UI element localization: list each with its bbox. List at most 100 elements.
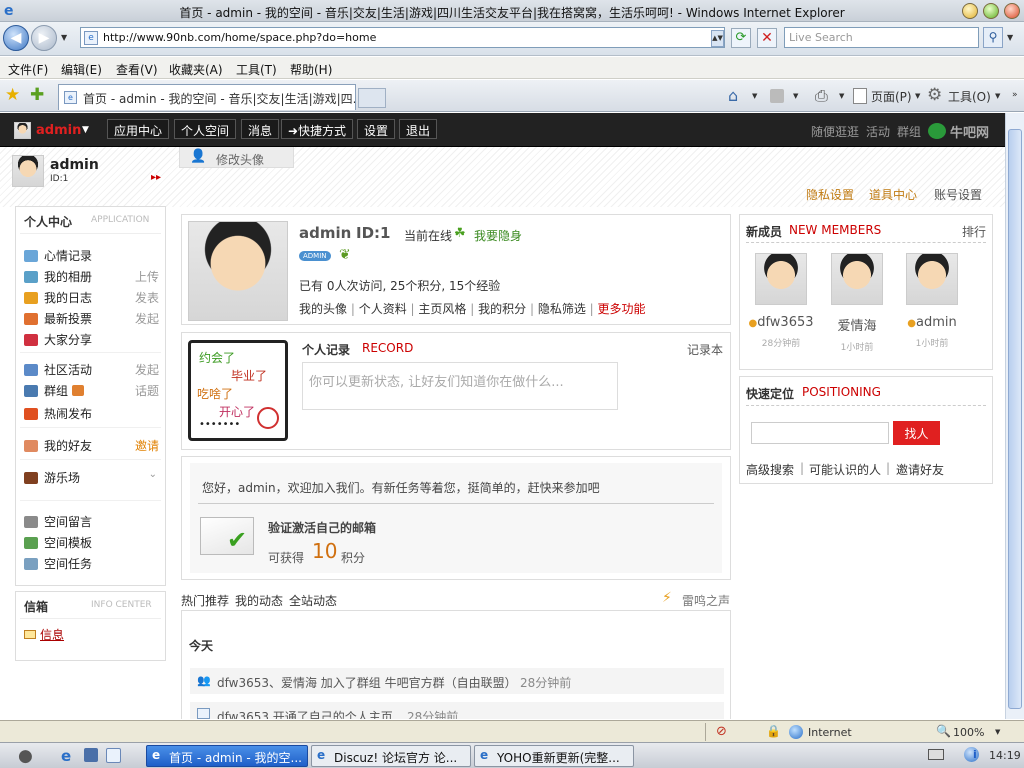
members-rank-link[interactable]: 排行 (962, 223, 986, 240)
tab-my-feed[interactable]: 我的动态 (235, 592, 283, 609)
menu-tools[interactable]: 工具(T) (236, 61, 277, 78)
phishing-filter-icon[interactable]: ⊘ (716, 724, 727, 739)
history-dropdown-icon[interactable]: ▼ (61, 33, 67, 42)
link-activities[interactable]: 活动 (866, 123, 890, 140)
minimize-button[interactable] (962, 3, 978, 19)
menu-file[interactable]: 文件(F) (8, 61, 48, 78)
member-avatar[interactable] (831, 253, 883, 305)
info-link[interactable]: 信息 (40, 626, 64, 643)
menu-edit[interactable]: 编辑(E) (61, 61, 102, 78)
member-avatar[interactable] (906, 253, 958, 305)
account-settings-link[interactable]: 账号设置 (934, 186, 982, 203)
vertical-scrollbar[interactable] (1005, 113, 1024, 719)
record-notebook-link[interactable]: 记录本 (687, 341, 723, 358)
stop-icon[interactable]: ✕ (757, 28, 777, 48)
sidebar-item-album[interactable]: 我的相册 上传 (24, 268, 159, 285)
close-button[interactable] (1004, 3, 1020, 19)
chevron-down-icon[interactable]: ⌄ (149, 469, 157, 480)
sidebar-item-friends[interactable]: 我的好友 邀请 (24, 437, 159, 454)
go-invisible-link[interactable]: 我要隐身 (474, 227, 522, 244)
page-menu[interactable]: 页面(P) (871, 88, 912, 105)
brand-dropdown-icon[interactable]: ▼ (82, 125, 89, 135)
home-icon[interactable]: ⌂ (728, 86, 738, 105)
member-name[interactable]: dfw3653 (757, 315, 813, 330)
nav-messages[interactable]: 消息 (241, 119, 280, 139)
expand-arrows-icon[interactable]: ▸▸ (151, 172, 161, 183)
back-button[interactable]: ◀ (3, 25, 29, 51)
quicklaunch-ie-icon[interactable]: e (61, 747, 71, 765)
sidebar-item-poll[interactable]: 最新投票 发起 (24, 310, 159, 327)
sidebar-item-action[interactable]: 发起 (135, 310, 159, 327)
maximize-button[interactable] (983, 3, 999, 19)
task-name[interactable]: 验证激活自己的邮箱 (268, 519, 376, 536)
menu-view[interactable]: 查看(V) (116, 61, 158, 78)
link-my-points[interactable]: 我的积分 (478, 302, 526, 316)
header-avatar[interactable] (12, 155, 44, 187)
scrollbar-thumb[interactable] (1008, 129, 1022, 709)
link-groups[interactable]: 群组 (897, 123, 921, 140)
link-advanced-search[interactable]: 高级搜索 (746, 461, 794, 478)
page-menu-icon[interactable] (853, 88, 867, 104)
prop-center-link[interactable]: 道具中心 (869, 186, 917, 203)
link-my-avatar[interactable]: 我的头像 (299, 302, 347, 316)
profile-avatar[interactable] (188, 221, 288, 321)
sidebar-item-playground[interactable]: 游乐场 ⌄ (24, 469, 159, 486)
sidebar-item-action[interactable]: 发表 (135, 289, 159, 306)
taskbar-item[interactable]: e YOHO重新更新(完整... (474, 745, 634, 767)
brand-name[interactable]: admin (36, 123, 81, 138)
home-dropdown-icon[interactable]: ▼ (752, 92, 757, 100)
tab-site-feed[interactable]: 全站动态 (289, 592, 337, 609)
tools-menu[interactable]: 工具(O) (948, 88, 991, 105)
sidebar-item-guestbook[interactable]: 空间留言 (24, 513, 159, 530)
forward-button[interactable]: ▶ (31, 25, 57, 51)
link-random-browse[interactable]: 随便逛逛 (811, 123, 859, 140)
nav-app-center[interactable]: 应用中心 (107, 119, 170, 139)
sidebar-item-template[interactable]: 空间模板 (24, 534, 159, 551)
sidebar-item-action[interactable]: 话题 (135, 382, 159, 399)
favorites-star-icon[interactable]: ★ (5, 85, 20, 105)
search-options-icon[interactable]: ▼ (1007, 33, 1013, 42)
find-people-button[interactable]: 找人 (893, 421, 940, 445)
edit-avatar-tab[interactable]: 👤 修改头像 (179, 147, 294, 168)
address-input[interactable]: http://www.90nb.com/home/space.php?do=ho… (80, 27, 725, 48)
status-input[interactable]: 你可以更新状态, 让好友们知道你在做什么... (302, 362, 618, 410)
sidebar-item-mood[interactable]: 心情记录 (24, 247, 159, 264)
zoom-dropdown-icon[interactable]: ▼ (995, 728, 1000, 736)
zoom-level[interactable]: 100% (953, 726, 984, 739)
taskbar-item-active[interactable]: e 首页 - admin - 我的空... (146, 745, 308, 767)
link-privacy-filter[interactable]: 隐私筛选 (538, 302, 586, 316)
tray-info-icon[interactable]: i (973, 748, 977, 761)
member-avatar[interactable] (755, 253, 807, 305)
link-people-you-may-know[interactable]: 可能认识的人 (809, 461, 881, 478)
nav-personal-space[interactable]: 个人空间 (174, 119, 237, 139)
tab-active[interactable]: e 首页 - admin - 我的空间 - 音乐|交友|生活|游戏|四... (58, 84, 356, 110)
search-input[interactable]: Live Search (784, 27, 979, 48)
sidebar-item-action[interactable]: 上传 (135, 268, 159, 285)
sidebar-item-hot-publish[interactable]: 热闹发布 (24, 405, 159, 422)
thunder-link[interactable]: 雷鸣之声 (682, 592, 730, 609)
find-people-input[interactable] (751, 422, 889, 444)
protected-mode-icon[interactable]: 🔒 (766, 724, 781, 738)
nav-logout[interactable]: 退出 (399, 119, 438, 139)
privacy-settings-link[interactable]: 隐私设置 (806, 186, 854, 203)
link-more-features[interactable]: 更多功能 (598, 302, 646, 316)
quicklaunch-ie2-icon[interactable] (106, 748, 121, 763)
sidebar-item-events[interactable]: 社区活动 发起 (24, 361, 159, 378)
link-home-style[interactable]: 主页风格 (418, 302, 466, 316)
menu-help[interactable]: 帮助(H) (290, 61, 332, 78)
feeds-icon[interactable] (770, 89, 784, 103)
print-icon[interactable]: ⎙ (815, 86, 828, 106)
print-dropdown-icon[interactable]: ▼ (839, 92, 844, 100)
add-favorite-icon[interactable]: ✚ (30, 85, 44, 105)
tools-dropdown-icon[interactable]: ▼ (995, 92, 1000, 100)
apple-icon[interactable]: ● (18, 746, 33, 766)
member-name[interactable]: 爱情海 (837, 319, 876, 334)
address-dropdown-icon[interactable]: ▲▼ (711, 30, 724, 47)
link-invite-friends[interactable]: 邀请好友 (896, 461, 944, 478)
sidebar-item-share[interactable]: 大家分享 (24, 331, 159, 348)
sidebar-item-tasks[interactable]: 空间任务 (24, 555, 159, 572)
feeds-dropdown-icon[interactable]: ▼ (793, 92, 798, 100)
member-name[interactable]: admin (916, 315, 957, 330)
nav-settings[interactable]: 设置 (357, 119, 396, 139)
sidebar-item-blog[interactable]: 我的日志 发表 (24, 289, 159, 306)
